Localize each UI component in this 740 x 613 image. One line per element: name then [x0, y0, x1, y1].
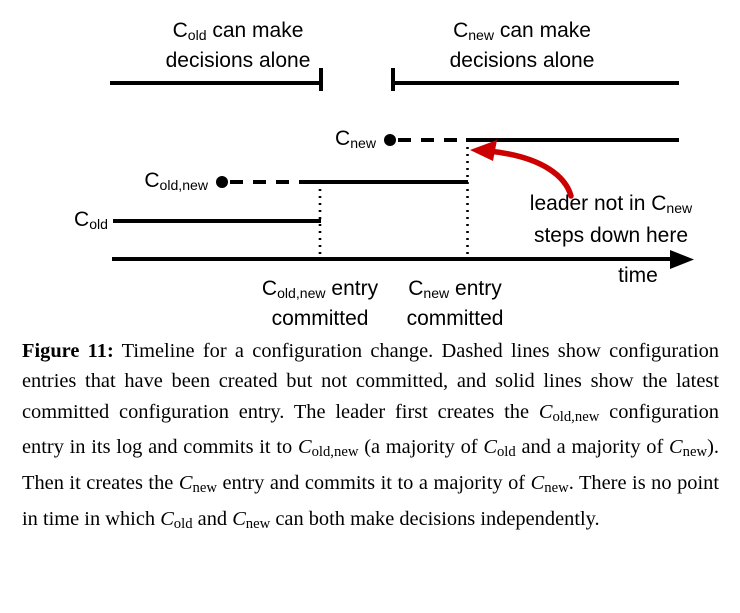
series-label-c-new-subscript: new: [350, 134, 376, 151]
bracket-label-c-old-line1: Cold can make: [128, 18, 348, 48]
c-new-rest: can make: [494, 19, 591, 42]
series-label-c-old-new: Cold,new: [86, 169, 208, 193]
caption-var-7: C: [160, 507, 174, 530]
series-label-c-old-glyph: C: [74, 208, 90, 231]
event-c-new-glyph: C: [408, 277, 424, 300]
figure-caption: Figure 11: Timeline for a configuration …: [22, 336, 719, 539]
series-label-c-old-subscript: old: [89, 215, 108, 232]
annotation-line2: steps down here: [533, 223, 689, 247]
caption-var-8-sub: new: [245, 515, 271, 532]
caption-var-6-sub: new: [544, 480, 569, 497]
c-old-new-entry-dot: [216, 176, 228, 188]
caption-var-4-sub: new: [682, 444, 708, 461]
caption-part-8: and: [192, 507, 233, 530]
c-new-subscript: new: [468, 26, 495, 43]
caption-var-2: C: [297, 436, 312, 459]
c-old-subscript: old: [187, 26, 207, 43]
annotation-leader-steps-down: leader not in Cnew steps down here: [492, 190, 730, 249]
caption-var-4: C: [669, 436, 683, 459]
annotation-line1-text: leader not in C: [529, 192, 667, 215]
event-c-old-new-subscript: old,new: [277, 284, 326, 301]
c-new-entry-dot: [384, 134, 396, 146]
red-arrowhead: [470, 140, 497, 161]
event-c-new-entry-text: entry: [449, 277, 502, 300]
caption-var-6: C: [530, 472, 545, 495]
caption-var-3-sub: old: [496, 444, 516, 461]
leader-steps-down-arrow: [470, 140, 574, 199]
caption-part-3: (a majority of: [358, 436, 484, 459]
bracket-label-c-new: Cnew can make decisions alone: [412, 18, 632, 74]
caption-var-5-sub: new: [192, 480, 217, 497]
caption-var-8: C: [232, 507, 246, 530]
event-c-old-new-glyph: C: [261, 277, 278, 300]
caption-var-2-sub: old,new: [311, 444, 359, 461]
bracket-label-c-new-line1: Cnew can make: [412, 18, 632, 48]
caption-part-6: entry and commits it to a majority of: [216, 472, 531, 495]
event-label-c-new-line2: committed: [406, 306, 504, 330]
timeline-c-old-new: [216, 176, 468, 188]
annotation-line1: leader not in Cnew: [492, 190, 730, 222]
caption-var-5: C: [178, 472, 193, 495]
series-label-c-new-glyph: C: [335, 127, 351, 150]
event-c-new-subscript: new: [423, 284, 450, 301]
series-label-c-old-new-glyph: C: [144, 169, 160, 192]
annotation-line1-subscript: new: [666, 199, 693, 216]
timeline-c-new: [384, 134, 679, 146]
c-old-rest: can make: [206, 19, 304, 42]
series-label-c-new: Cnew: [272, 127, 376, 151]
figure-diagram: Cold can make decisions alone Cnew can m…: [0, 0, 740, 330]
bracket-label-c-old: Cold can make decisions alone: [128, 18, 348, 74]
caption-figure-label: Figure 11:: [22, 340, 114, 362]
c-old-glyph: C: [172, 19, 188, 42]
caption-var-1-sub: old,new: [552, 409, 600, 426]
c-new-glyph: C: [453, 19, 469, 42]
bracket-label-c-old-line2: decisions alone: [165, 48, 311, 72]
caption-var-1: C: [538, 400, 553, 423]
caption-var-3: C: [483, 436, 497, 459]
event-label-c-new-committed: Cnew entry committed: [377, 276, 533, 332]
caption-var-7-sub: old: [173, 515, 193, 532]
series-label-c-old: Cold: [20, 208, 108, 232]
caption-part-9: can both make decisions independently.: [270, 507, 600, 530]
time-axis-label: time: [618, 264, 658, 287]
event-c-old-new-entry-text: entry: [325, 277, 379, 300]
series-label-c-old-new-subscript: old,new: [159, 176, 208, 193]
bracket-label-c-new-line2: decisions alone: [449, 48, 595, 72]
event-label-c-new-line1: Cnew entry: [377, 276, 533, 306]
caption-part-4: and a majority of: [515, 436, 670, 459]
